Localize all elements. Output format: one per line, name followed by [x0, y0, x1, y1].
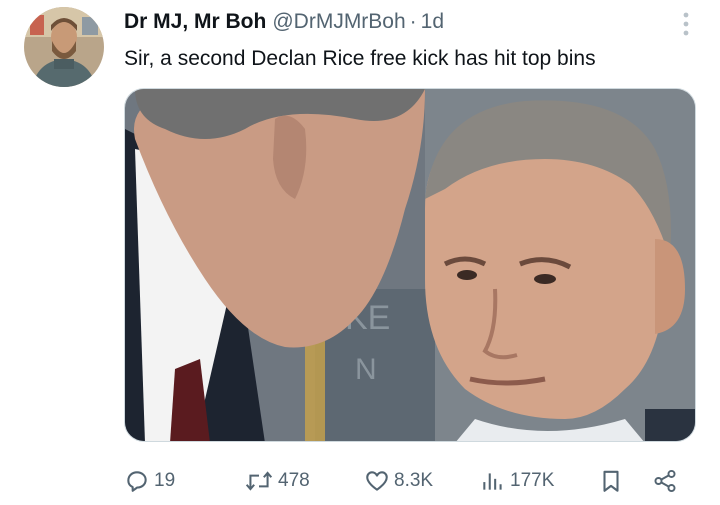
avatar[interactable] [24, 7, 104, 87]
separator-dot: · [409, 10, 417, 33]
tweet-actions: 19 478 8.3K 177K [124, 463, 684, 499]
like-count: 8.3K [394, 470, 434, 491]
share-button[interactable] [652, 463, 678, 499]
svg-text:N: N [355, 353, 377, 386]
share-icon [654, 469, 676, 493]
tweet-text: Sir, a second Declan Rice free kick has … [124, 47, 596, 70]
bookmark-button[interactable] [598, 463, 624, 499]
like-icon [366, 471, 388, 491]
retweet-button[interactable]: 478 [244, 463, 310, 499]
retweet-count: 478 [278, 470, 310, 491]
reply-count: 19 [154, 470, 176, 491]
views-button[interactable]: 177K [480, 463, 554, 499]
user-handle[interactable]: @DrMJMrBoh [272, 10, 405, 34]
reply-icon [127, 471, 147, 492]
views-count: 177K [510, 470, 555, 491]
retweet-icon [245, 471, 273, 491]
like-button[interactable]: 8.3K [364, 463, 433, 499]
display-name[interactable]: Dr MJ, Mr Boh [124, 10, 266, 34]
timestamp[interactable]: 1d [421, 10, 444, 34]
tweet-header: Dr MJ, Mr Boh @DrMJMrBoh · 1d [124, 8, 444, 36]
views-icon [483, 473, 502, 490]
bookmark-icon [603, 470, 619, 492]
tweet-media-image[interactable]: KE N [124, 88, 696, 442]
reply-button[interactable]: 19 [124, 463, 175, 499]
more-options-icon[interactable] [680, 10, 692, 38]
